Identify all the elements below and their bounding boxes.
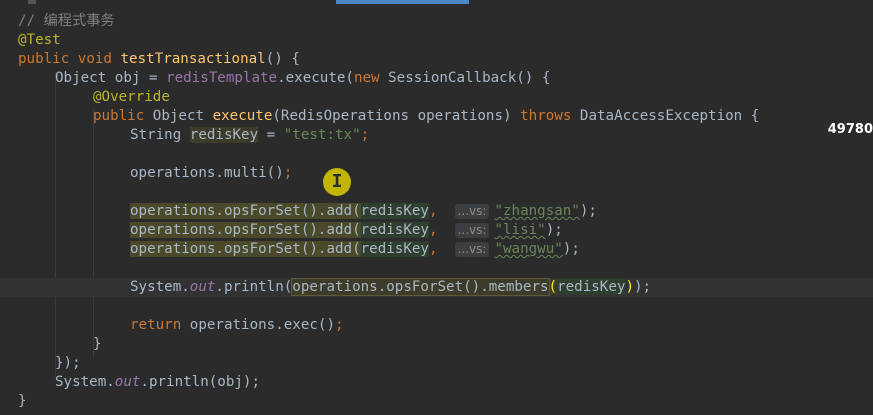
- mouse-cursor-highlight: I: [323, 168, 351, 196]
- code-text: operations.exec(): [181, 317, 335, 333]
- semicolon: ;: [283, 165, 293, 181]
- code-text: Object: [144, 108, 213, 124]
- active-tab-indicator: [336, 0, 469, 4]
- code-text: );: [579, 203, 597, 219]
- code-line-2[interactable]: @Test: [18, 31, 873, 50]
- comment: // 编程式事务: [18, 13, 115, 29]
- keyword: public: [18, 51, 70, 67]
- code-line-17[interactable]: return operations.exec();: [130, 316, 873, 335]
- code-text: System.: [55, 374, 115, 390]
- keyword: return: [130, 317, 182, 333]
- annotation-test: @Test: [18, 32, 61, 48]
- code-text: .println(obj);: [140, 374, 261, 390]
- method-name: testTransactional: [120, 51, 266, 67]
- keyword: public: [93, 108, 145, 124]
- paren: (: [548, 279, 558, 295]
- parameter-hint: ...vs:: [454, 242, 490, 257]
- keyword: new: [353, 70, 380, 86]
- code-line-18[interactable]: }: [93, 335, 873, 354]
- variable-redisKey: redisKey: [360, 203, 429, 219]
- brace: }: [93, 336, 102, 352]
- comma: ,: [428, 241, 447, 257]
- text-cursor-icon: I: [331, 171, 343, 192]
- code-text: );: [545, 222, 563, 238]
- code-text: });: [55, 355, 81, 371]
- keyword: throws: [520, 108, 572, 124]
- variable-redisKey: redisKey: [360, 222, 429, 238]
- code-line-13[interactable]: operations.opsForSet().add(redisKey, ...…: [130, 240, 873, 259]
- field-ref: redisTemplate: [166, 70, 278, 86]
- annotation-override: @Override: [93, 89, 170, 105]
- parameter-hint: ...vs:: [454, 223, 490, 238]
- semicolon: ;: [335, 317, 344, 333]
- variable-redisKey: redisKey: [189, 127, 259, 143]
- code-text: .println(: [215, 279, 293, 295]
- method-name: execute: [212, 108, 273, 124]
- side-panel-number: 49780: [827, 122, 873, 137]
- keyword: void: [77, 51, 112, 67]
- static-field-out: out: [114, 374, 141, 390]
- code-text: operations.opsForSet().add(: [130, 241, 361, 257]
- code-text: () {: [265, 51, 300, 67]
- code-text: operations.opsForSet().add(: [130, 203, 361, 219]
- paren: ): [625, 279, 634, 295]
- code-line-9[interactable]: operations.multi();: [130, 164, 873, 183]
- indent-guide: [93, 110, 94, 358]
- variable-redisKey: redisKey: [557, 279, 626, 295]
- code-line-12[interactable]: operations.opsForSet().add(redisKey, ...…: [130, 221, 873, 240]
- indent-guide: [55, 72, 56, 377]
- code-line-1[interactable]: // 编程式事务: [18, 12, 873, 31]
- semicolon: ;: [360, 127, 370, 143]
- code-text: =: [258, 127, 284, 143]
- code-text: System.: [130, 279, 190, 295]
- code-text: SessionCallback() {: [379, 70, 551, 86]
- code-line-3[interactable]: public void testTransactional() {: [18, 50, 873, 69]
- code-line-7[interactable]: String redisKey = "test:tx";: [130, 126, 873, 145]
- code-line-4[interactable]: Object obj = redisTemplate.execute(new S…: [55, 69, 873, 88]
- fold-marker[interactable]: [28, 0, 36, 4]
- string-literal: "lisi": [494, 222, 546, 238]
- code-text: (RedisOperations operations): [272, 108, 521, 124]
- code-line-11[interactable]: operations.opsForSet().add(redisKey, ...…: [130, 202, 873, 221]
- string-literal: "wangwu": [494, 241, 563, 257]
- code-line-15[interactable]: System.out.println(operations.opsForSet(…: [0, 278, 873, 297]
- code-line-20[interactable]: System.out.println(obj);: [55, 373, 873, 392]
- brace: }: [18, 393, 27, 409]
- variable-redisKey: redisKey: [360, 241, 429, 257]
- code-text: operations.multi(): [130, 165, 284, 181]
- comma: ,: [428, 203, 447, 219]
- code-text: .execute(: [277, 70, 354, 86]
- string-literal: "test:tx": [283, 127, 361, 143]
- expression-highlight: operations.opsForSet().members: [291, 278, 550, 296]
- editor-tab-strip: [0, 0, 873, 4]
- code-text: DataAccessException {: [571, 108, 760, 124]
- code-text: operations.opsForSet().add(: [130, 222, 361, 238]
- static-field-out: out: [189, 279, 216, 295]
- string-literal: "zhangsan": [494, 203, 580, 219]
- comma: ,: [428, 222, 447, 238]
- code-line-6[interactable]: public Object execute(RedisOperations op…: [93, 107, 873, 126]
- code-line-21[interactable]: }: [18, 392, 873, 411]
- parameter-hint: ...vs:: [454, 204, 490, 219]
- code-text: String: [130, 127, 190, 143]
- code-line-19[interactable]: });: [55, 354, 873, 373]
- code-text: );: [633, 279, 652, 295]
- code-line-5[interactable]: @Override: [93, 88, 873, 107]
- code-text: Object obj =: [55, 70, 167, 86]
- code-text: );: [562, 241, 580, 257]
